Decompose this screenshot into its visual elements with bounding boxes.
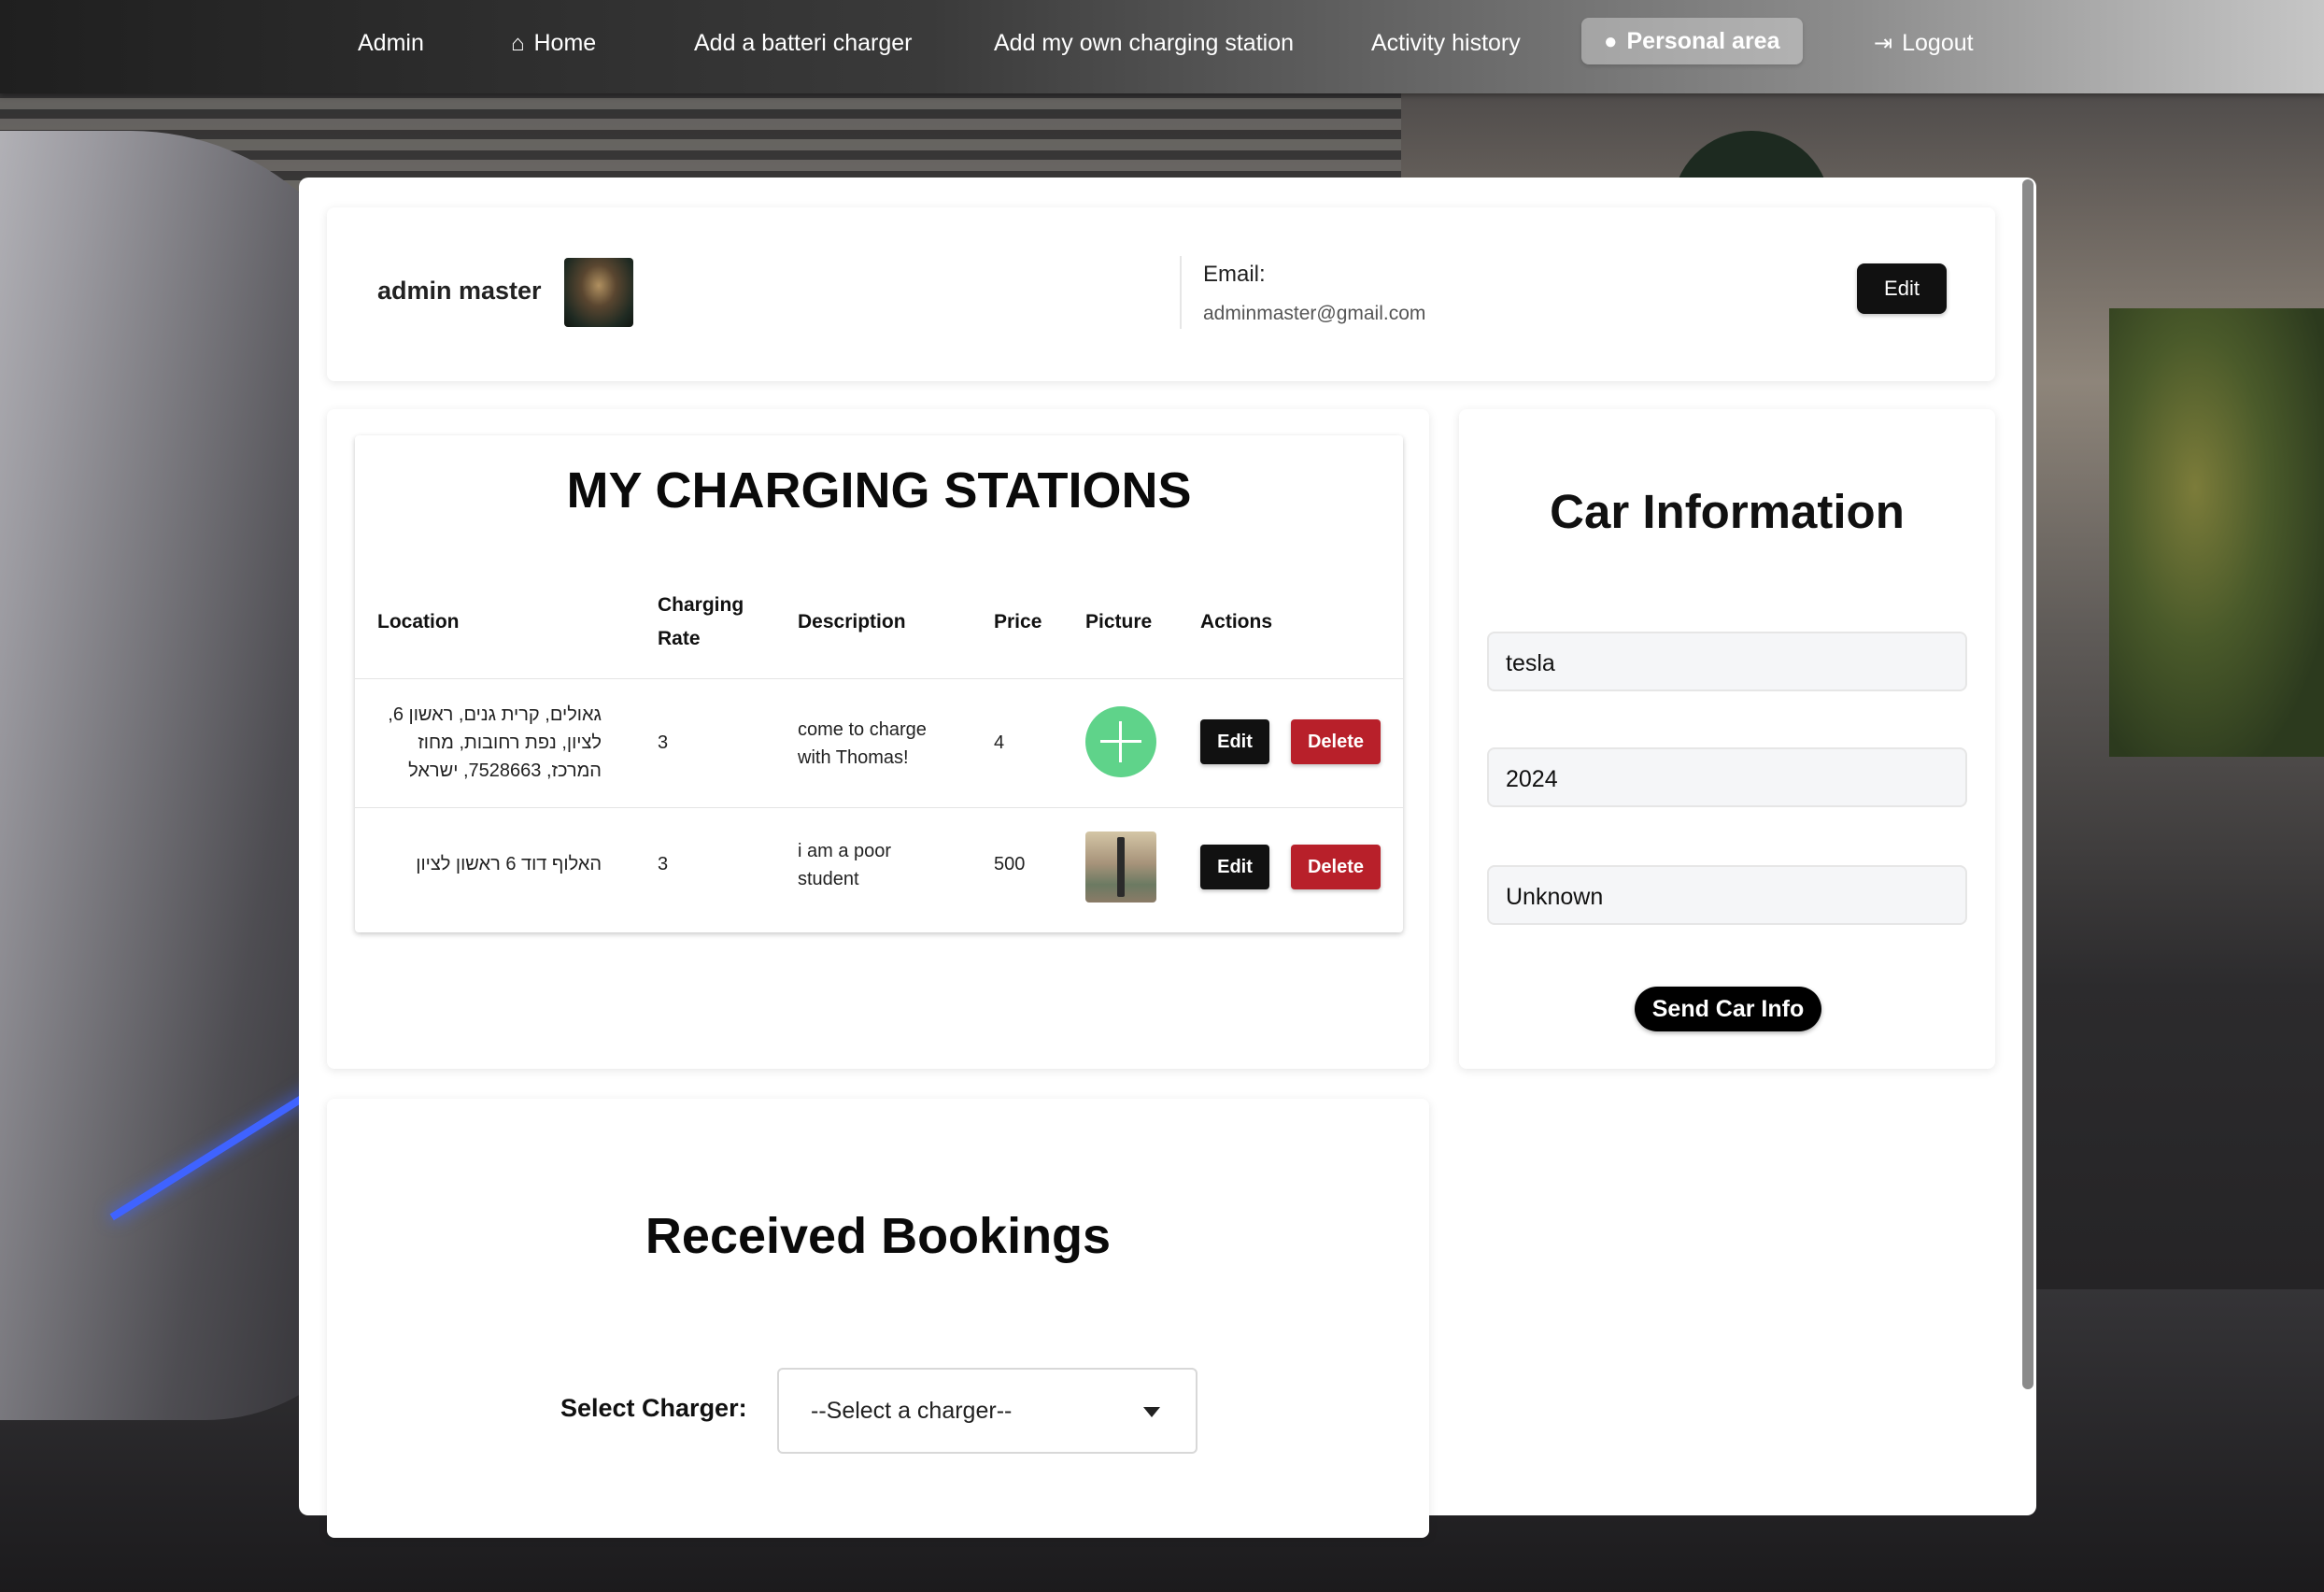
car-model-field[interactable]: Unknown (1487, 865, 1967, 925)
nav-home[interactable]: ⌂ Home (511, 21, 596, 65)
col-location: Location (377, 611, 460, 633)
row1-rate: 3 (658, 732, 669, 753)
car-year-field[interactable]: 2024 (1487, 747, 1967, 807)
bookings-title: Received Bookings (645, 1208, 1112, 1264)
charger-photo[interactable] (1085, 832, 1156, 903)
select-charger-label: Select Charger: (560, 1394, 747, 1422)
car-make-field[interactable]: tesla (1487, 632, 1967, 691)
edit-profile-button[interactable]: Edit (1857, 263, 1947, 314)
nav-add-own-station[interactable]: Add my own charging station (994, 21, 1294, 65)
row2-location: האלוף דוד 6 ראשון לציון (416, 854, 602, 874)
panel-scrollbar[interactable] (2022, 179, 2034, 1389)
row2-rate: 3 (658, 854, 669, 874)
nav-activity-history[interactable]: Activity history (1371, 21, 1521, 65)
row1-price: 4 (994, 732, 1005, 753)
plus-icon[interactable] (1085, 706, 1156, 777)
stations-table-card: MY CHARGING STATIONS Location Charging R… (355, 435, 1403, 932)
avatar (564, 258, 633, 327)
profile-divider (1180, 256, 1182, 329)
bookings-card: Received Bookings Select Charger: --Sele… (327, 1099, 1429, 1538)
row2-edit-button[interactable]: Edit (1200, 845, 1269, 889)
col-charging-rate: Charging Rate (658, 594, 744, 649)
email-value: adminmaster@gmail.com (1203, 303, 1426, 324)
nav-add-own-station-label: Add my own charging station (994, 30, 1295, 56)
car-info-card: Car Information tesla 2024 Unknown Send … (1459, 409, 1995, 1069)
row-divider (355, 807, 1403, 808)
nav-personal-area-label: Personal area (1626, 28, 1780, 54)
row1-edit-button[interactable]: Edit (1200, 719, 1269, 764)
nav-home-label: Home (533, 30, 597, 56)
car-info-title: Car Information (1550, 485, 1905, 538)
profile-name: admin master (377, 277, 542, 305)
nav-admin-label: Admin (358, 30, 424, 56)
stations-card: MY CHARGING STATIONS Location Charging R… (327, 409, 1429, 1069)
email-label: Email: (1203, 262, 1266, 287)
row2-price: 500 (994, 854, 1026, 874)
nav-logout-label: Logout (1902, 30, 1974, 56)
nav-personal-area[interactable]: ● Personal area (1581, 18, 1803, 64)
nav-admin[interactable]: Admin (358, 21, 424, 65)
background-trees (2109, 308, 2324, 757)
row1-description: come to charge with Thomas! (798, 719, 927, 768)
nav-add-batteri-charger[interactable]: Add a batteri charger (694, 21, 912, 65)
col-picture: Picture (1085, 611, 1153, 633)
send-car-info-button[interactable]: Send Car Info (1635, 987, 1821, 1031)
col-actions: Actions (1200, 611, 1273, 633)
row2-delete-button[interactable]: Delete (1291, 845, 1381, 889)
user-icon: ● (1604, 29, 1618, 54)
row-divider (355, 678, 1403, 679)
logout-icon: ⇥ (1874, 31, 1893, 56)
charger-select-value: --Select a charger-- (811, 1398, 1013, 1424)
row1-delete-button[interactable]: Delete (1291, 719, 1381, 764)
nav-add-batteri-charger-label: Add a batteri charger (694, 30, 913, 56)
col-description: Description (798, 611, 906, 633)
home-icon: ⌂ (511, 31, 525, 56)
row1-location: גאולים, קרית גנים, ראשון 6, לציון, נפת ר… (388, 704, 602, 781)
nav-logout[interactable]: ⇥ Logout (1874, 21, 1974, 65)
stations-title: MY CHARGING STATIONS (566, 462, 1192, 519)
nav-activity-history-label: Activity history (1371, 30, 1521, 56)
charger-pole (1117, 837, 1125, 897)
charger-select[interactable]: --Select a charger-- (777, 1368, 1197, 1454)
top-nav: Admin ⌂ Home Add a batteri charger Add my… (0, 0, 2324, 93)
col-price: Price (994, 611, 1042, 633)
row2-description: i am a poor student (798, 841, 892, 889)
profile-card: admin master Email: adminmaster@gmail.co… (327, 207, 1995, 381)
chevron-down-icon (1143, 1407, 1160, 1417)
